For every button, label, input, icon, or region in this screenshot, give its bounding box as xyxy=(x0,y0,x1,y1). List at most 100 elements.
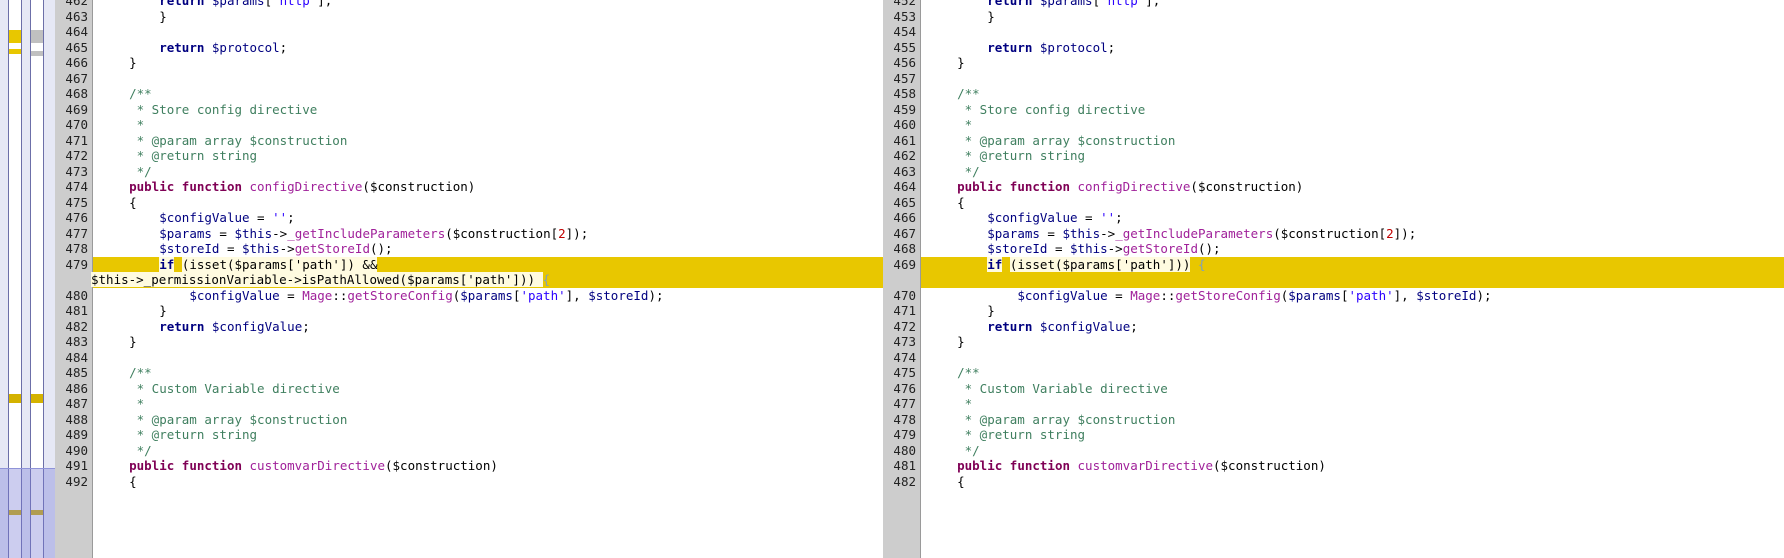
code-line-text[interactable]: /** xyxy=(94,365,883,381)
code-line-text[interactable]: /** xyxy=(922,86,1784,102)
code-line-text[interactable] xyxy=(94,24,883,40)
diff-overview-minimap[interactable] xyxy=(0,0,55,558)
code-line-row[interactable]: 461 * @param array $construction xyxy=(883,132,1784,149)
code-line-row[interactable]: 463 } xyxy=(55,8,883,25)
code-line-row[interactable]: 474 public function configDirective($con… xyxy=(55,179,883,195)
diff-pane-original[interactable]: 462 return $params['http']; 463 } 464 465 r… xyxy=(55,0,883,558)
minimap-change-mark[interactable] xyxy=(31,30,43,43)
code-line-text[interactable] xyxy=(922,24,1784,40)
code-line-row[interactable]: 470 * xyxy=(55,117,883,133)
code-line-row[interactable]: 452 return $params['http']; xyxy=(883,0,1784,9)
code-area-modified[interactable]: 452 return $params['http']; 453 } 454 455 r… xyxy=(883,0,1784,558)
code-line-row[interactable]: 468 /** xyxy=(55,86,883,102)
code-line-row[interactable]: 480 */ xyxy=(883,442,1784,459)
code-line-text[interactable]: * @param array $construction xyxy=(922,133,1784,149)
code-line-row[interactable]: 471 } xyxy=(883,303,1784,319)
code-line-row[interactable]: 478 * @param array $construction xyxy=(883,411,1784,428)
code-line-row[interactable]: 472 return $configValue; xyxy=(883,318,1784,335)
minimap-change-mark[interactable] xyxy=(31,51,43,56)
code-line-text[interactable]: } xyxy=(922,55,1784,71)
code-line-text[interactable]: } xyxy=(94,9,883,25)
code-line-row[interactable]: 483 } xyxy=(55,334,883,350)
minimap-change-mark[interactable] xyxy=(9,510,21,515)
code-line-row[interactable]: 466 } xyxy=(55,55,883,71)
code-line-row[interactable]: 457 xyxy=(883,70,1784,87)
code-line-text[interactable]: $configValue = ''; xyxy=(94,210,883,226)
code-line-text[interactable]: return $configValue; xyxy=(94,319,883,335)
code-line-row[interactable]: 490 */ xyxy=(55,442,883,458)
code-line-row[interactable]: 472 * @return string xyxy=(55,148,883,164)
code-line-row[interactable]: 475 { xyxy=(55,194,883,210)
code-line-row[interactable]: 476 $configValue = ''; xyxy=(55,210,883,226)
code-line-row[interactable]: 462 return $params['http']; xyxy=(55,0,883,9)
code-line-row[interactable]: 456 } xyxy=(883,55,1784,71)
code-line-row[interactable]: 479 * @return string xyxy=(883,427,1784,443)
code-line-text[interactable] xyxy=(922,71,1784,87)
code-line-text[interactable]: { xyxy=(922,195,1784,211)
code-line-row[interactable]: 481 } xyxy=(55,303,883,319)
code-line-text[interactable]: * @param array $construction xyxy=(94,133,883,149)
minimap-change-mark[interactable] xyxy=(9,30,21,43)
code-line-text[interactable]: { xyxy=(922,474,1784,490)
code-line-text[interactable]: * @return string xyxy=(94,427,883,443)
code-line-row[interactable]: 469 if (isset($params['path'])) { xyxy=(883,256,1784,288)
code-line-row[interactable]: 482 return $configValue; xyxy=(55,318,883,335)
code-line-text[interactable]: } xyxy=(94,334,883,350)
code-line-text[interactable]: } xyxy=(922,303,1784,319)
code-line-text[interactable]: $params = $this->_getIncludeParameters($… xyxy=(94,226,883,242)
code-line-row[interactable]: 474 xyxy=(883,349,1784,365)
code-line-row[interactable]: 485 /** xyxy=(55,365,883,381)
code-line-text[interactable]: * Store config directive xyxy=(922,102,1784,118)
code-line-row[interactable]: 453 } xyxy=(883,8,1784,24)
code-line-text[interactable]: * xyxy=(922,117,1784,133)
code-line-wrapped-continuation[interactable]: $this->_permissionVariable->isPathAllowe… xyxy=(91,272,550,288)
code-line-row[interactable]: 468 $storeId = $this->getStoreId(); xyxy=(883,241,1784,257)
diff-pane-modified[interactable]: 452 return $params['http']; 453 } 454 455 r… xyxy=(883,0,1784,558)
code-line-row[interactable]: 465 { xyxy=(883,194,1784,211)
minimap-column-modified[interactable] xyxy=(30,0,44,558)
code-line-row[interactable]: 476 * Custom Variable directive xyxy=(883,380,1784,396)
code-line-text[interactable]: * @param array $construction xyxy=(94,412,883,428)
minimap-change-mark[interactable] xyxy=(31,510,43,515)
code-line-row[interactable]: 462 * @return string xyxy=(883,148,1784,164)
code-line-row[interactable]: 487 * xyxy=(55,396,883,412)
code-line-text[interactable]: */ xyxy=(94,164,883,180)
code-line-row[interactable]: 480 $configValue = Mage::getStoreConfig(… xyxy=(55,287,883,304)
code-line-text[interactable]: $configValue = ''; xyxy=(922,210,1784,226)
code-line-row[interactable]: 454 xyxy=(883,24,1784,40)
code-line-text[interactable]: * xyxy=(94,396,883,412)
code-line-text[interactable]: $configValue = Mage::getStoreConfig($par… xyxy=(922,288,1784,304)
code-line-text[interactable]: public function customvarDirective($cons… xyxy=(94,458,883,474)
code-line-text[interactable]: return $configValue; xyxy=(922,319,1784,335)
code-line-text[interactable]: return $protocol; xyxy=(922,40,1784,56)
code-line-text[interactable]: public function customvarDirective($cons… xyxy=(922,458,1784,474)
code-line-text[interactable]: /** xyxy=(922,365,1784,381)
code-line-text[interactable]: */ xyxy=(922,164,1784,180)
code-line-text[interactable]: if (isset($params['path'])) { xyxy=(922,256,1784,288)
code-line-row[interactable]: 492 { xyxy=(55,473,883,489)
code-area-original[interactable]: 462 return $params['http']; 463 } 464 465 r… xyxy=(55,0,883,558)
code-line-text[interactable]: $configValue = Mage::getStoreConfig($par… xyxy=(94,288,883,304)
code-line-text[interactable] xyxy=(94,350,883,366)
code-line-row[interactable]: 475 /** xyxy=(883,365,1784,381)
code-line-text[interactable]: public function configDirective($constru… xyxy=(94,179,883,195)
code-line-text[interactable]: } xyxy=(94,303,883,319)
code-line-row[interactable]: 470 $configValue = Mage::getStoreConfig(… xyxy=(883,287,1784,304)
code-line-text[interactable]: } xyxy=(922,334,1784,350)
code-line-text[interactable]: $storeId = $this->getStoreId(); xyxy=(94,241,883,257)
code-line-row[interactable]: 478 $storeId = $this->getStoreId(); xyxy=(55,241,883,257)
minimap-change-mark[interactable] xyxy=(31,394,43,403)
code-line-text[interactable]: * xyxy=(922,396,1784,412)
code-line-text[interactable]: * xyxy=(94,117,883,133)
code-line-text[interactable]: * @param array $construction xyxy=(922,412,1784,428)
code-line-row[interactable]: 479 if (isset($params['path']) && $this->… xyxy=(55,256,883,288)
code-line-row[interactable]: 488 * @param array $construction xyxy=(55,411,883,428)
code-line-text[interactable]: $storeId = $this->getStoreId(); xyxy=(922,241,1784,257)
code-line-row[interactable]: 491 public function customvarDirective($… xyxy=(55,458,883,474)
code-line-text[interactable]: } xyxy=(94,55,883,71)
code-line-row[interactable]: 465 return $protocol; xyxy=(55,39,883,55)
code-line-row[interactable]: 460 * xyxy=(883,117,1784,133)
code-line-text[interactable]: * @return string xyxy=(922,148,1784,164)
minimap-column-original[interactable] xyxy=(8,0,22,558)
code-line-text[interactable]: */ xyxy=(922,443,1784,459)
